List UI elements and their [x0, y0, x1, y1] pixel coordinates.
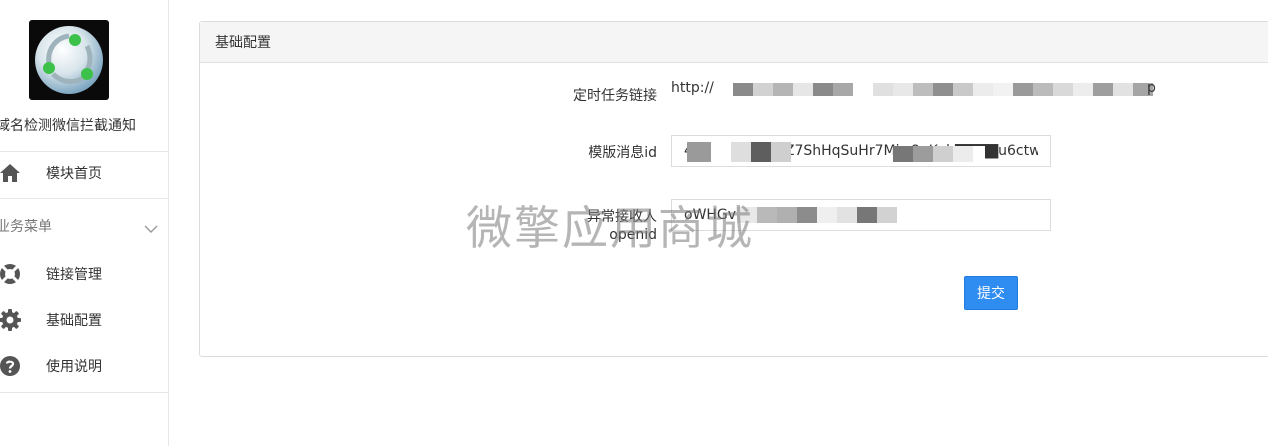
cron-url-value[interactable]: http://	[671, 80, 714, 96]
sidebar-item-usage-guide[interactable]: 使用说明	[0, 346, 168, 386]
openid-label: 异常接收人 openid	[457, 208, 657, 244]
sidebar-item-home[interactable]: 模块首页	[0, 153, 168, 193]
sidebar-item-link-management[interactable]: 链接管理	[0, 254, 168, 294]
panel-title: 基础配置	[200, 22, 1268, 63]
sidebar-item-label: 基础配置	[46, 313, 102, 329]
chevron-down-icon	[144, 220, 158, 233]
cron-url-start: http://	[671, 80, 714, 96]
cron-url-label: 定时任务链接	[573, 88, 657, 104]
sidebar-item-label: 模块首页	[46, 166, 102, 182]
openid-label-line1: 异常接收人	[587, 209, 657, 225]
sidebar: 域名检测微信拦截通知 模块首页 业务菜单 链接管理 基础配置 使用说明	[0, 0, 169, 446]
sidebar-group-label: 业务菜单	[0, 219, 52, 235]
question-circle-icon	[0, 354, 22, 378]
redacted-openid	[737, 207, 897, 223]
sidebar-item-basic-config[interactable]: 基础配置	[0, 300, 168, 340]
cron-url-end: p	[1147, 80, 1156, 96]
lifebuoy-icon	[0, 262, 22, 286]
app-name: 域名检测微信拦截通知	[0, 118, 136, 134]
config-panel: 基础配置 定时任务链接 http:// p 模版消息id 异常接收人 openi…	[199, 21, 1268, 357]
openid-label-line2: openid	[609, 227, 657, 243]
divider	[0, 198, 168, 199]
sidebar-item-label: 使用说明	[46, 359, 102, 375]
redacted-template	[687, 142, 791, 162]
home-icon	[0, 161, 22, 185]
submit-button[interactable]: 提交	[964, 276, 1018, 310]
redacted-template-2	[893, 146, 985, 162]
sidebar-group-business-menu[interactable]: 业务菜单	[0, 206, 168, 246]
divider	[0, 392, 168, 393]
sidebar-item-label: 链接管理	[46, 267, 102, 283]
app-logo	[29, 20, 109, 100]
redacted-url	[713, 83, 1153, 96]
divider	[0, 151, 168, 152]
template-id-label: 模版消息id	[588, 145, 657, 161]
gear-icon	[0, 308, 22, 332]
